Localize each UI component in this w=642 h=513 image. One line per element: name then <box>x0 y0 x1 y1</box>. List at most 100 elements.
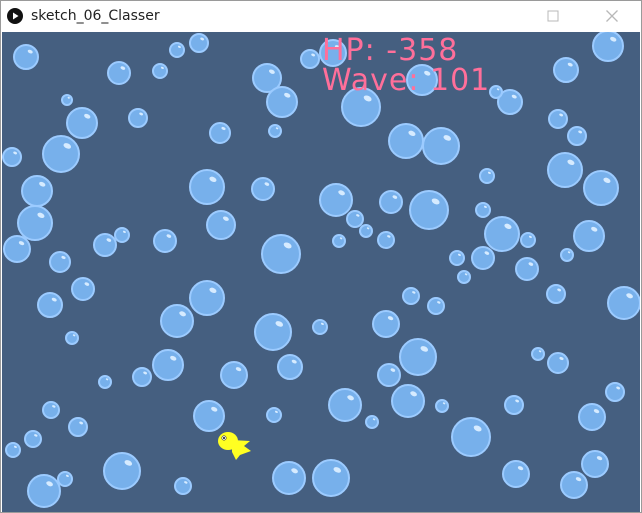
bubble <box>300 49 320 69</box>
bubble <box>272 461 306 495</box>
bubble <box>24 430 42 448</box>
bubble <box>107 61 131 85</box>
bubble <box>174 477 192 495</box>
bubble <box>504 395 524 415</box>
bubble <box>560 471 588 499</box>
bubble <box>567 126 587 146</box>
bubble <box>66 107 98 139</box>
bubble <box>471 246 495 270</box>
bubble <box>379 190 403 214</box>
bubble <box>502 460 530 488</box>
bubble <box>160 304 194 338</box>
bubble <box>103 452 141 490</box>
bubble <box>605 382 625 402</box>
bubble <box>37 292 63 318</box>
bubble <box>209 122 231 144</box>
bubble <box>42 135 80 173</box>
bubble <box>409 190 449 230</box>
player-fish[interactable] <box>216 429 256 461</box>
bubble <box>399 338 437 376</box>
bubble <box>266 407 282 423</box>
bubble <box>49 251 71 273</box>
bubble <box>312 459 350 497</box>
processing-play-icon <box>7 8 23 24</box>
bubble <box>206 210 236 240</box>
bubble <box>402 287 420 305</box>
bubble <box>153 229 177 253</box>
hp-display: HP: -358 <box>322 33 459 68</box>
bubble <box>312 319 328 335</box>
bubble <box>266 86 298 118</box>
bubble <box>457 270 471 284</box>
bubble <box>21 175 53 207</box>
bubble <box>27 474 61 508</box>
bubble <box>220 361 248 389</box>
close-icon <box>606 10 618 22</box>
bubble <box>42 401 60 419</box>
bubble <box>377 231 395 249</box>
bubble <box>128 108 148 128</box>
bubble <box>68 417 88 437</box>
bubble <box>427 297 445 315</box>
bubble <box>3 235 31 263</box>
bubble <box>581 450 609 478</box>
bubble <box>189 280 225 316</box>
bubble <box>435 399 449 413</box>
bubble <box>422 127 460 165</box>
bubble <box>388 123 424 159</box>
bubble <box>547 152 583 188</box>
bubble <box>359 224 373 238</box>
bubble <box>5 442 21 458</box>
bubble <box>169 42 185 58</box>
bubble <box>546 284 566 304</box>
bubble <box>98 375 112 389</box>
bubble <box>261 234 301 274</box>
maximize-button[interactable] <box>538 4 568 28</box>
game-canvas[interactable]: HP: -358 Wave: 101 <box>2 32 640 512</box>
bubble <box>489 85 503 99</box>
bubble <box>277 354 303 380</box>
bubble <box>520 232 536 248</box>
bubble <box>578 403 606 431</box>
bubble <box>607 286 640 320</box>
bubble <box>592 32 624 62</box>
bubble <box>319 183 353 217</box>
bubble <box>93 233 117 257</box>
bubble <box>189 33 209 53</box>
bubble <box>189 169 225 205</box>
maximize-icon <box>547 10 559 22</box>
app-window: sketch_06_Classer HP: -358 Wave: 101 <box>0 0 642 513</box>
title-bar[interactable]: sketch_06_Classer <box>1 1 641 32</box>
wave-display: Wave: 101 <box>322 63 491 98</box>
bubble <box>328 388 362 422</box>
bubble <box>479 168 495 184</box>
bubble <box>548 109 568 129</box>
bubble <box>268 124 282 138</box>
bubble <box>515 257 539 281</box>
bubble <box>365 415 379 429</box>
bubble <box>547 352 569 374</box>
bubble <box>61 94 73 106</box>
bubble <box>65 331 79 345</box>
bubble <box>475 202 491 218</box>
bubble <box>152 349 184 381</box>
bubble <box>573 220 605 252</box>
bubble <box>553 57 579 83</box>
bubble <box>193 400 225 432</box>
bubble <box>451 417 491 457</box>
bubble-layer <box>2 32 640 508</box>
bubble <box>114 227 130 243</box>
bubble <box>57 471 73 487</box>
bubble <box>484 216 520 252</box>
close-button[interactable] <box>597 4 627 28</box>
bubble <box>449 250 465 266</box>
bubble <box>560 248 574 262</box>
bubble <box>391 384 425 418</box>
bubble <box>251 177 275 201</box>
bubble <box>254 313 292 351</box>
bubble <box>17 205 53 241</box>
bubble <box>346 210 364 228</box>
bubble <box>2 147 22 167</box>
bubble <box>583 170 619 206</box>
bubble <box>13 44 39 70</box>
